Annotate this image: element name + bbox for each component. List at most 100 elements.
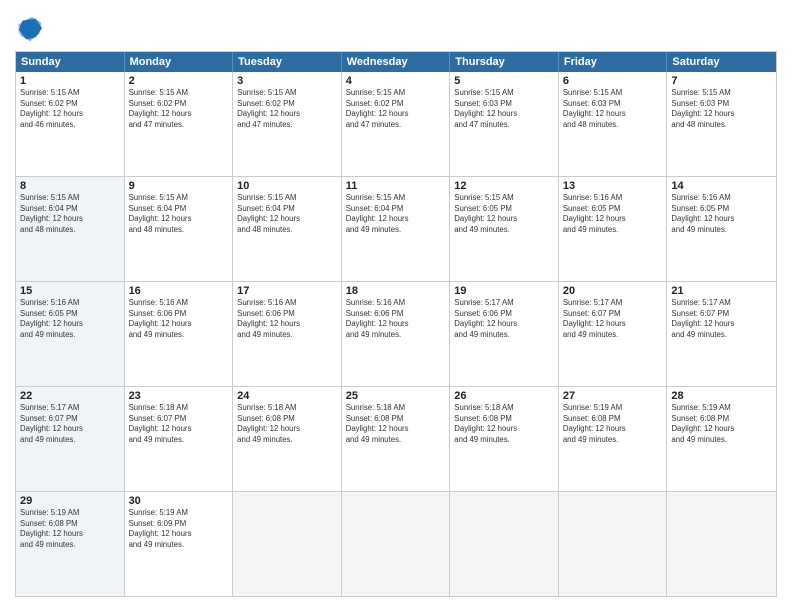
table-row: 7Sunrise: 5:15 AM Sunset: 6:03 PM Daylig… (667, 72, 776, 176)
table-row: 3Sunrise: 5:15 AM Sunset: 6:02 PM Daylig… (233, 72, 342, 176)
cell-content: Sunrise: 5:15 AM Sunset: 6:04 PM Dayligh… (129, 193, 229, 235)
table-row: 10Sunrise: 5:15 AM Sunset: 6:04 PM Dayli… (233, 177, 342, 281)
cell-content: Sunrise: 5:18 AM Sunset: 6:08 PM Dayligh… (237, 403, 337, 445)
table-row: 22Sunrise: 5:17 AM Sunset: 6:07 PM Dayli… (16, 387, 125, 491)
cell-content: Sunrise: 5:15 AM Sunset: 6:02 PM Dayligh… (237, 88, 337, 130)
table-row: 2Sunrise: 5:15 AM Sunset: 6:02 PM Daylig… (125, 72, 234, 176)
table-row: 18Sunrise: 5:16 AM Sunset: 6:06 PM Dayli… (342, 282, 451, 386)
table-row (233, 492, 342, 596)
cell-content: Sunrise: 5:15 AM Sunset: 6:03 PM Dayligh… (563, 88, 663, 130)
day-number: 14 (671, 180, 772, 192)
calendar: SundayMondayTuesdayWednesdayThursdayFrid… (15, 51, 777, 597)
cell-content: Sunrise: 5:15 AM Sunset: 6:03 PM Dayligh… (454, 88, 554, 130)
calendar-body: 1Sunrise: 5:15 AM Sunset: 6:02 PM Daylig… (16, 72, 776, 596)
cell-content: Sunrise: 5:15 AM Sunset: 6:04 PM Dayligh… (20, 193, 120, 235)
cell-content: Sunrise: 5:19 AM Sunset: 6:08 PM Dayligh… (563, 403, 663, 445)
cell-content: Sunrise: 5:15 AM Sunset: 6:02 PM Dayligh… (346, 88, 446, 130)
table-row: 24Sunrise: 5:18 AM Sunset: 6:08 PM Dayli… (233, 387, 342, 491)
table-row: 29Sunrise: 5:19 AM Sunset: 6:08 PM Dayli… (16, 492, 125, 596)
day-number: 3 (237, 75, 337, 87)
table-row (667, 492, 776, 596)
day-number: 12 (454, 180, 554, 192)
day-number: 8 (20, 180, 120, 192)
cell-content: Sunrise: 5:16 AM Sunset: 6:06 PM Dayligh… (129, 298, 229, 340)
table-row: 5Sunrise: 5:15 AM Sunset: 6:03 PM Daylig… (450, 72, 559, 176)
table-row: 8Sunrise: 5:15 AM Sunset: 6:04 PM Daylig… (16, 177, 125, 281)
day-number: 1 (20, 75, 120, 87)
day-number: 18 (346, 285, 446, 297)
header-day-saturday: Saturday (667, 52, 776, 72)
day-number: 7 (671, 75, 772, 87)
day-number: 6 (563, 75, 663, 87)
day-number: 17 (237, 285, 337, 297)
table-row (342, 492, 451, 596)
cell-content: Sunrise: 5:19 AM Sunset: 6:08 PM Dayligh… (671, 403, 772, 445)
table-row: 25Sunrise: 5:18 AM Sunset: 6:08 PM Dayli… (342, 387, 451, 491)
day-number: 13 (563, 180, 663, 192)
calendar-row-2: 8Sunrise: 5:15 AM Sunset: 6:04 PM Daylig… (16, 176, 776, 281)
table-row (450, 492, 559, 596)
day-number: 29 (20, 495, 120, 507)
cell-content: Sunrise: 5:18 AM Sunset: 6:08 PM Dayligh… (454, 403, 554, 445)
day-number: 11 (346, 180, 446, 192)
cell-content: Sunrise: 5:15 AM Sunset: 6:02 PM Dayligh… (20, 88, 120, 130)
header-day-monday: Monday (125, 52, 234, 72)
table-row: 6Sunrise: 5:15 AM Sunset: 6:03 PM Daylig… (559, 72, 668, 176)
table-row: 20Sunrise: 5:17 AM Sunset: 6:07 PM Dayli… (559, 282, 668, 386)
table-row (559, 492, 668, 596)
table-row: 17Sunrise: 5:16 AM Sunset: 6:06 PM Dayli… (233, 282, 342, 386)
cell-content: Sunrise: 5:16 AM Sunset: 6:05 PM Dayligh… (671, 193, 772, 235)
table-row: 21Sunrise: 5:17 AM Sunset: 6:07 PM Dayli… (667, 282, 776, 386)
table-row: 1Sunrise: 5:15 AM Sunset: 6:02 PM Daylig… (16, 72, 125, 176)
day-number: 27 (563, 390, 663, 402)
calendar-header: SundayMondayTuesdayWednesdayThursdayFrid… (16, 52, 776, 72)
day-number: 9 (129, 180, 229, 192)
cell-content: Sunrise: 5:16 AM Sunset: 6:06 PM Dayligh… (346, 298, 446, 340)
day-number: 20 (563, 285, 663, 297)
cell-content: Sunrise: 5:16 AM Sunset: 6:05 PM Dayligh… (20, 298, 120, 340)
logo (15, 15, 47, 43)
day-number: 26 (454, 390, 554, 402)
cell-content: Sunrise: 5:19 AM Sunset: 6:08 PM Dayligh… (20, 508, 120, 550)
calendar-row-1: 1Sunrise: 5:15 AM Sunset: 6:02 PM Daylig… (16, 72, 776, 176)
cell-content: Sunrise: 5:18 AM Sunset: 6:08 PM Dayligh… (346, 403, 446, 445)
calendar-row-4: 22Sunrise: 5:17 AM Sunset: 6:07 PM Dayli… (16, 386, 776, 491)
day-number: 4 (346, 75, 446, 87)
cell-content: Sunrise: 5:17 AM Sunset: 6:07 PM Dayligh… (671, 298, 772, 340)
calendar-row-3: 15Sunrise: 5:16 AM Sunset: 6:05 PM Dayli… (16, 281, 776, 386)
day-number: 28 (671, 390, 772, 402)
table-row: 26Sunrise: 5:18 AM Sunset: 6:08 PM Dayli… (450, 387, 559, 491)
header-day-wednesday: Wednesday (342, 52, 451, 72)
cell-content: Sunrise: 5:18 AM Sunset: 6:07 PM Dayligh… (129, 403, 229, 445)
table-row: 13Sunrise: 5:16 AM Sunset: 6:05 PM Dayli… (559, 177, 668, 281)
header-day-thursday: Thursday (450, 52, 559, 72)
cell-content: Sunrise: 5:17 AM Sunset: 6:06 PM Dayligh… (454, 298, 554, 340)
day-number: 2 (129, 75, 229, 87)
table-row: 16Sunrise: 5:16 AM Sunset: 6:06 PM Dayli… (125, 282, 234, 386)
table-row: 23Sunrise: 5:18 AM Sunset: 6:07 PM Dayli… (125, 387, 234, 491)
day-number: 21 (671, 285, 772, 297)
cell-content: Sunrise: 5:15 AM Sunset: 6:03 PM Dayligh… (671, 88, 772, 130)
header (15, 15, 777, 43)
table-row: 12Sunrise: 5:15 AM Sunset: 6:05 PM Dayli… (450, 177, 559, 281)
table-row: 19Sunrise: 5:17 AM Sunset: 6:06 PM Dayli… (450, 282, 559, 386)
cell-content: Sunrise: 5:15 AM Sunset: 6:04 PM Dayligh… (346, 193, 446, 235)
table-row: 11Sunrise: 5:15 AM Sunset: 6:04 PM Dayli… (342, 177, 451, 281)
table-row: 28Sunrise: 5:19 AM Sunset: 6:08 PM Dayli… (667, 387, 776, 491)
cell-content: Sunrise: 5:15 AM Sunset: 6:02 PM Dayligh… (129, 88, 229, 130)
table-row: 30Sunrise: 5:19 AM Sunset: 6:09 PM Dayli… (125, 492, 234, 596)
table-row: 9Sunrise: 5:15 AM Sunset: 6:04 PM Daylig… (125, 177, 234, 281)
table-row: 4Sunrise: 5:15 AM Sunset: 6:02 PM Daylig… (342, 72, 451, 176)
day-number: 24 (237, 390, 337, 402)
day-number: 16 (129, 285, 229, 297)
day-number: 19 (454, 285, 554, 297)
table-row: 27Sunrise: 5:19 AM Sunset: 6:08 PM Dayli… (559, 387, 668, 491)
header-day-friday: Friday (559, 52, 668, 72)
day-number: 5 (454, 75, 554, 87)
day-number: 25 (346, 390, 446, 402)
cell-content: Sunrise: 5:16 AM Sunset: 6:06 PM Dayligh… (237, 298, 337, 340)
table-row: 14Sunrise: 5:16 AM Sunset: 6:05 PM Dayli… (667, 177, 776, 281)
header-day-tuesday: Tuesday (233, 52, 342, 72)
day-number: 22 (20, 390, 120, 402)
cell-content: Sunrise: 5:15 AM Sunset: 6:05 PM Dayligh… (454, 193, 554, 235)
